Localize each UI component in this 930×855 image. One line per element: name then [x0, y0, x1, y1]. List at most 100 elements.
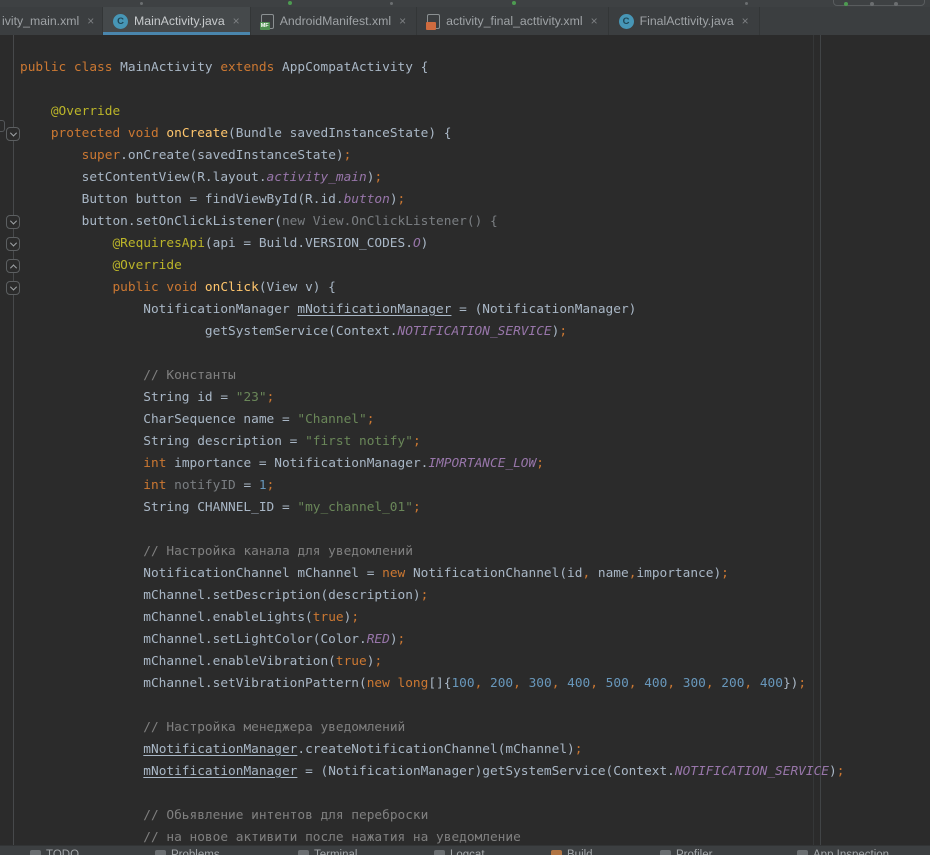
fold-toggle-down-icon[interactable] [6, 215, 20, 229]
code-token: ; [721, 566, 729, 581]
code-line[interactable]: public void onClick(View v) { [20, 277, 930, 299]
toolbar-dot-icon [140, 2, 143, 5]
run-controls-group[interactable] [833, 0, 925, 6]
code-token: ; [267, 478, 275, 493]
code-line[interactable]: NotificationChannel mChannel = new Notif… [20, 563, 930, 585]
code-line[interactable]: super.onCreate(savedInstanceState); [20, 145, 930, 167]
code-line[interactable]: mChannel.enableLights(true); [20, 607, 930, 629]
code-token: extends [220, 60, 282, 75]
tab-androidmanifest-xml[interactable]: MFAndroidManifest.xml× [251, 7, 417, 35]
code-token: getSystemService(Context. [20, 324, 398, 339]
code-token: mChannel.enableVibration( [20, 654, 336, 669]
code-line[interactable]: mNotificationManager.createNotificationC… [20, 739, 930, 761]
tool-window-button-todo[interactable]: TODO [30, 849, 79, 855]
code-token: ; [421, 588, 429, 603]
code-token: ) [829, 764, 837, 779]
code-token: ; [344, 148, 352, 163]
code-line[interactable]: mChannel.setVibrationPattern(new long[]{… [20, 673, 930, 695]
fold-toggle-down-icon[interactable] [6, 127, 20, 141]
code-token [20, 236, 112, 251]
tool-window-button-logcat[interactable]: Logcat [434, 849, 485, 855]
fold-toggle-down-icon[interactable] [6, 237, 20, 251]
tool-window-button-build[interactable]: Build [551, 849, 593, 855]
code-line[interactable]: String id = "23"; [20, 387, 930, 409]
run-status-dot-icon [288, 1, 292, 5]
tool-window-button-label: TODO [46, 849, 79, 855]
code-line[interactable]: button.setOnClickListener(new View.OnCli… [20, 211, 930, 233]
code-line[interactable] [20, 695, 930, 717]
code-line[interactable]: mChannel.setLightColor(Color.RED); [20, 629, 930, 651]
code-token [20, 720, 143, 735]
code-token: (Bundle savedInstanceState) { [228, 126, 451, 141]
code-token: , [706, 676, 721, 691]
code-line[interactable]: Button button = findViewById(R.id.button… [20, 189, 930, 211]
close-icon[interactable]: × [87, 15, 94, 27]
code-area[interactable]: public class MainActivity extends AppCom… [20, 57, 930, 845]
code-token: ; [374, 654, 382, 669]
code-token: new View.OnClickListener() { [282, 214, 498, 229]
manifest-icon-badge: MF [260, 22, 270, 30]
code-line[interactable]: // Константы [20, 365, 930, 387]
code-token: , [667, 676, 682, 691]
code-token [20, 368, 143, 383]
code-line[interactable]: NotificationManager mNotificationManager… [20, 299, 930, 321]
code-line[interactable]: getSystemService(Context.NOTIFICATION_SE… [20, 321, 930, 343]
code-line[interactable]: mNotificationManager = (NotificationMana… [20, 761, 930, 783]
code-token: , [513, 676, 528, 691]
close-icon[interactable]: × [399, 15, 406, 27]
code-line[interactable]: // Обьявление интентов для переброски [20, 805, 930, 827]
code-token: @Override [112, 258, 181, 273]
code-token: ; [367, 412, 375, 427]
tool-window-button-problems[interactable]: Problems [155, 849, 220, 855]
code-line[interactable] [20, 783, 930, 805]
chevron-down-icon [9, 129, 16, 136]
code-line[interactable]: String CHANNEL_ID = "my_channel_01"; [20, 497, 930, 519]
code-line[interactable] [20, 343, 930, 365]
code-line[interactable]: @RequiresApi(api = Build.VERSION_CODES.O… [20, 233, 930, 255]
ide-window: ivity_main.xml×CMainActivity.java×MFAndr… [0, 0, 930, 855]
code-token: ; [398, 632, 406, 647]
close-icon[interactable]: × [742, 15, 749, 27]
tool-window-button-terminal[interactable]: Terminal [298, 849, 357, 855]
code-line[interactable]: setContentView(R.layout.activity_main); [20, 167, 930, 189]
code-token: mNotificationManager [143, 764, 297, 779]
code-token [20, 104, 51, 119]
fold-toggle-up-icon[interactable] [6, 259, 20, 273]
code-line[interactable]: String description = "first notify"; [20, 431, 930, 453]
tool-window-button-profiler[interactable]: Profiler [660, 849, 712, 855]
code-token: onClick [205, 280, 259, 295]
code-line[interactable]: CharSequence name = "Channel"; [20, 409, 930, 431]
fold-toggle-down-icon[interactable] [6, 281, 20, 295]
code-editor[interactable]: public class MainActivity extends AppCom… [0, 35, 930, 845]
code-token: mChannel.setVibrationPattern( [20, 676, 367, 691]
code-line[interactable]: // Настройка менеджера уведомлений [20, 717, 930, 739]
code-line[interactable]: // на новое активити после нажатия на ув… [20, 827, 930, 845]
code-line[interactable]: int importance = NotificationManager.IMP… [20, 453, 930, 475]
close-icon[interactable]: × [591, 15, 598, 27]
code-line[interactable]: @Override [20, 255, 930, 277]
code-line[interactable]: protected void onCreate(Bundle savedInst… [20, 123, 930, 145]
code-line[interactable]: @Override [20, 101, 930, 123]
code-line[interactable]: mChannel.setDescription(description); [20, 585, 930, 607]
code-token [20, 478, 143, 493]
code-line[interactable] [20, 519, 930, 541]
code-line[interactable]: // Настройка канала для уведомлений [20, 541, 930, 563]
code-token: []{ [428, 676, 451, 691]
tool-window-button-app-inspection[interactable]: App Inspection [797, 849, 889, 855]
code-line[interactable]: public class MainActivity extends AppCom… [20, 57, 930, 79]
code-line[interactable] [20, 79, 930, 101]
code-line[interactable]: int notifyID = 1; [20, 475, 930, 497]
tab-finalacttivity-java[interactable]: CFinalActtivity.java× [609, 7, 760, 35]
tab-label: ivity_main.xml [2, 14, 79, 28]
tool-window-button-label: Build [567, 849, 593, 855]
code-token: NotificationChannel mChannel = [20, 566, 382, 581]
code-token: ; [559, 324, 567, 339]
tab-activity-final-acttivity-xml[interactable]: activity_final_acttivity.xml× [417, 7, 608, 35]
tab-mainactivity-java[interactable]: CMainActivity.java× [103, 7, 251, 35]
code-token: , [582, 566, 590, 581]
code-line[interactable]: mChannel.enableVibration(true); [20, 651, 930, 673]
tab-ivity-main-xml[interactable]: ivity_main.xml × [0, 7, 103, 35]
code-token: 200 [721, 676, 744, 691]
code-token: mChannel.setDescription(description) [20, 588, 421, 603]
close-icon[interactable]: × [233, 15, 240, 27]
